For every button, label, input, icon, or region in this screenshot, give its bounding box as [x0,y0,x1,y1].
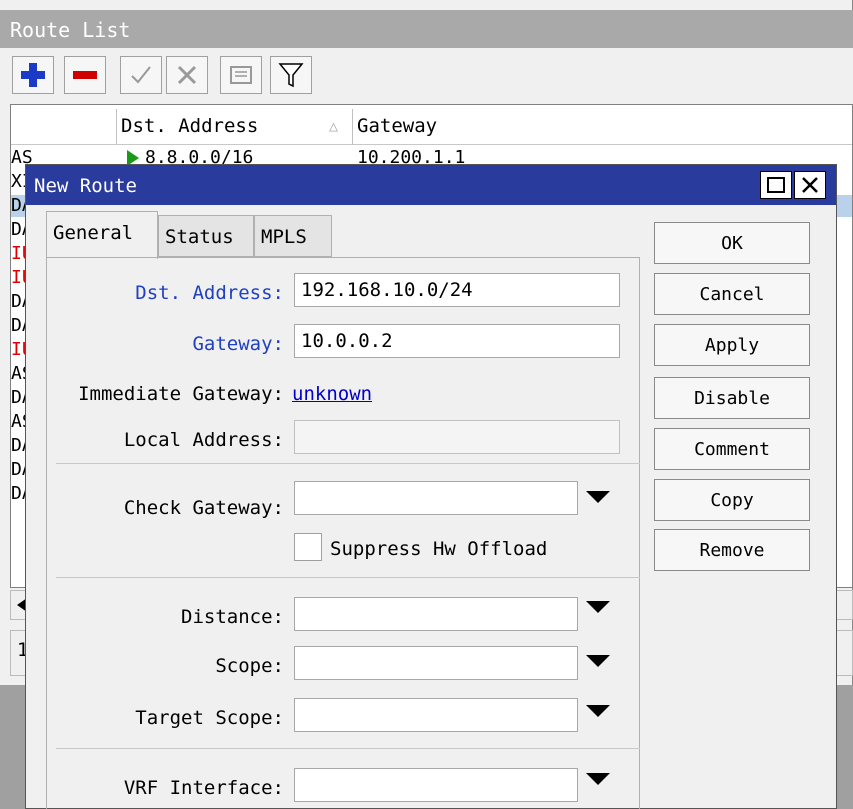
sort-ascending-icon: △ [329,117,339,135]
check-gateway-select[interactable] [294,481,578,515]
separator [56,463,640,464]
suppress-hw-offload-checkbox[interactable] [294,533,322,561]
add-route-button[interactable] [12,56,54,94]
route-list-title: Route List [0,10,853,48]
check-gateway-label: Check Gateway: [123,497,284,519]
distance-select[interactable] [294,597,578,631]
dst-address-field[interactable]: 192.168.10.0/24 [294,273,620,307]
gateway-label: Gateway: [192,333,284,355]
flags-column-header[interactable] [11,109,117,145]
remove-button[interactable]: Remove [654,529,810,571]
immediate-gateway-label: Immediate Gateway: [78,383,284,405]
minus-icon [73,71,97,79]
enable-route-button[interactable] [120,56,162,94]
gateway-field[interactable]: 10.0.0.2 [294,324,620,358]
remove-route-button[interactable] [64,56,106,94]
distance-label: Distance: [181,606,284,628]
close-icon [802,177,818,193]
maximize-icon [767,177,785,193]
cancel-button[interactable]: Cancel [654,273,810,315]
vrf-interface-select[interactable] [294,768,578,802]
comment-button[interactable]: Comment [654,428,810,470]
scope-label: Scope: [215,655,284,677]
target-scope-label: Target Scope: [135,707,284,729]
target-scope-select[interactable] [294,698,578,732]
route-table-header: Dst. Address △ Gateway [11,109,852,145]
check-icon [131,66,151,84]
dialog-title: New Route [26,165,836,205]
disable-button[interactable]: Disable [654,377,810,419]
filter-icon [278,63,304,88]
disable-route-button[interactable] [166,56,208,94]
copy-button[interactable]: Copy [654,479,810,521]
suppress-hw-offload-label: Suppress Hw Offload [330,538,548,560]
target-scope-dropdown-icon[interactable] [586,705,610,717]
dst-address-column-header[interactable]: Dst. Address [117,109,353,145]
cross-icon [177,65,197,85]
dst-address-label: Dst. Address: [135,282,284,304]
scope-dropdown-icon[interactable] [586,655,610,667]
comment-icon [230,66,252,84]
tab-general[interactable]: General [46,211,158,259]
check-gateway-dropdown-icon[interactable] [586,491,610,503]
scope-select[interactable] [294,646,578,680]
apply-button[interactable]: Apply [654,324,810,366]
plus-icon [21,63,45,87]
comment-route-button[interactable] [220,56,262,94]
gateway-column-header[interactable]: Gateway [353,109,852,145]
tab-status[interactable]: Status [158,215,254,257]
tab-mpls[interactable]: MPLS [254,215,332,257]
immediate-gateway-link[interactable]: unknown [292,383,372,405]
local-address-field[interactable] [294,420,620,454]
ok-button[interactable]: OK [654,222,810,264]
separator [56,577,640,578]
filter-route-button[interactable] [270,56,312,94]
vrf-interface-label: VRF Interface: [123,777,284,799]
new-route-dialog: New Route General Status MPLS Dst. Addre… [25,164,837,809]
local-address-label: Local Address: [123,429,284,451]
distance-dropdown-icon[interactable] [586,601,610,613]
vrf-interface-dropdown-icon[interactable] [586,773,610,785]
separator [56,748,640,749]
close-button[interactable] [794,171,826,199]
maximize-button[interactable] [760,171,792,199]
route-list-toolbar [0,48,853,104]
